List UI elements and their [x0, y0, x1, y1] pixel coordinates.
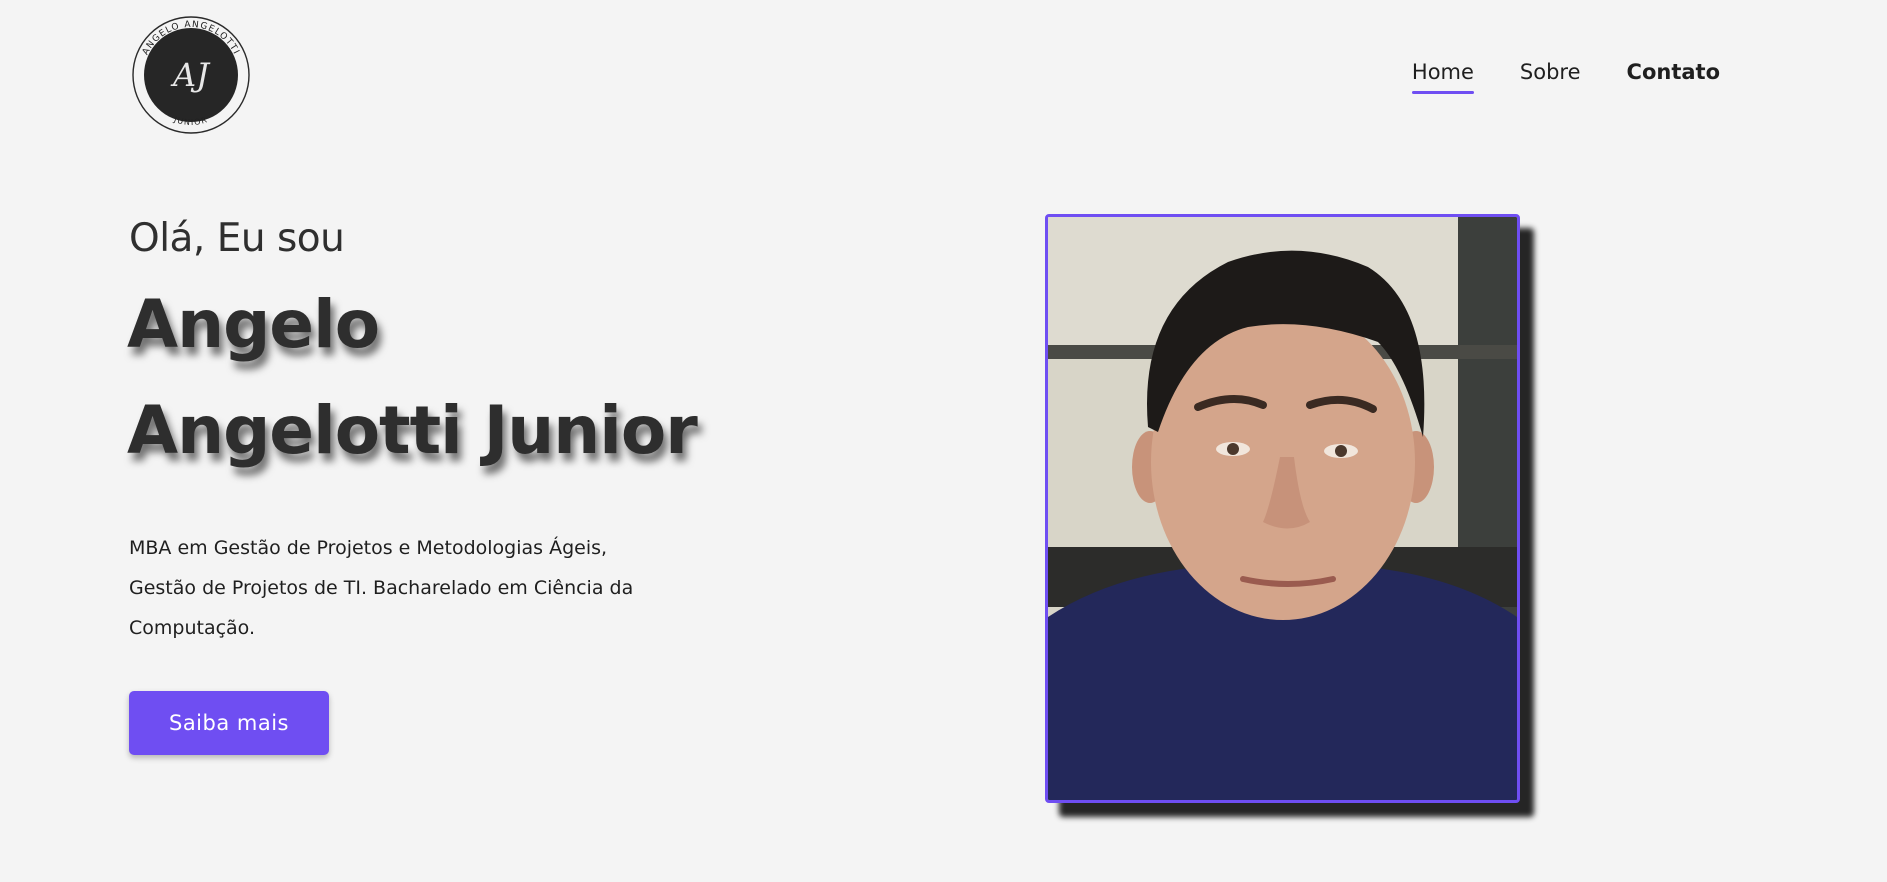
main-nav: Home Sobre Contato — [1411, 60, 1720, 94]
hero-name: Angelo Angelotti Junior — [127, 272, 827, 484]
site-logo[interactable]: ANGELO ANGELOTTI JUNIOR AJ — [129, 12, 253, 138]
hero-greeting: Olá, Eu sou — [129, 216, 345, 261]
logo-emblem: ANGELO ANGELOTTI JUNIOR AJ — [132, 16, 250, 134]
profile-photo — [1045, 214, 1520, 803]
hero-description: MBA em Gestão de Projetos e Metodologias… — [129, 537, 634, 639]
hero-name-line2: Angelotti Junior — [127, 392, 698, 469]
hero-name-line1: Angelo — [127, 286, 380, 363]
saiba-mais-button[interactable]: Saiba mais — [129, 691, 329, 755]
page: ANGELO ANGELOTTI JUNIOR AJ Home Sobre Co… — [0, 0, 1887, 882]
nav-sobre-link[interactable]: Sobre — [1520, 60, 1581, 90]
logo-monogram: AJ — [170, 56, 211, 94]
profile-photo-image — [1048, 217, 1517, 800]
nav-home-link[interactable]: Home — [1411, 60, 1474, 94]
nav-contato-link[interactable]: Contato — [1627, 60, 1720, 90]
